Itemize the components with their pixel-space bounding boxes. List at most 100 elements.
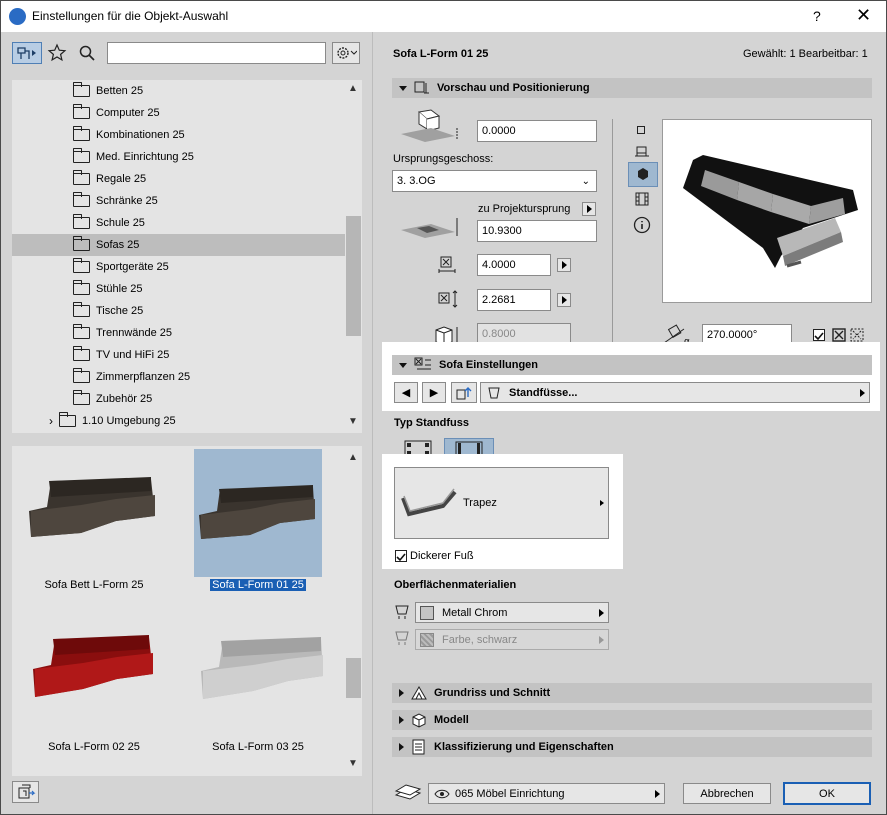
- offset-field[interactable]: 0.0000: [477, 120, 597, 142]
- tree-item[interactable]: Sportgeräte 25: [12, 256, 345, 278]
- close-button[interactable]: ✕: [856, 5, 871, 26]
- folder-icon: [73, 170, 90, 185]
- scroll-down-icon[interactable]: ▼: [348, 416, 358, 427]
- folder-icon: [73, 192, 90, 207]
- thumbnail-label[interactable]: Sofa L-Form 03 25: [178, 741, 338, 753]
- sofa-l-form-01-thumbnail[interactable]: [195, 481, 321, 551]
- info-icon[interactable]: [633, 216, 651, 234]
- thumbnail-label-selected[interactable]: Sofa L-Form 01 25: [178, 579, 338, 591]
- tree-item[interactable]: Zubehör 25: [12, 388, 345, 410]
- section-title: Grundriss und Schnitt: [434, 687, 551, 699]
- story-value: 3. 3.OG: [397, 175, 436, 187]
- tree-item[interactable]: Med. Einrichtung 25: [12, 146, 345, 168]
- folder-icon: [73, 280, 90, 295]
- play-icon: [599, 608, 604, 617]
- width-arrow-button[interactable]: [557, 258, 571, 272]
- tree-item-parent[interactable]: › 1.10 Umgebung 25: [12, 410, 345, 432]
- section-floor-plan-header[interactable]: Grundriss und Schnitt: [392, 683, 872, 703]
- page-value: Standfüsse...: [509, 386, 578, 399]
- section-sofa-settings-header[interactable]: Sofa Einstellungen: [392, 355, 872, 375]
- width-field[interactable]: 4.0000: [477, 254, 551, 276]
- tree-item[interactable]: Schule 25: [12, 212, 345, 234]
- checkmark-icon: [814, 332, 824, 341]
- offset-icon: [401, 109, 458, 142]
- dialog-window: Einstellungen für die Objekt-Auswahl ? ✕…: [0, 0, 887, 815]
- tree-item[interactable]: Tische 25: [12, 300, 345, 322]
- previous-page-button[interactable]: ◀: [394, 382, 418, 403]
- folder-icon: [73, 236, 90, 251]
- tree-item-label: Regale 25: [96, 173, 147, 185]
- section-preview-header[interactable]: Vorschau und Positionierung: [392, 78, 872, 98]
- story-select[interactable]: 3. 3.OG ⌄: [392, 170, 597, 192]
- depth-field[interactable]: 2.2681: [477, 289, 551, 311]
- sofa-bett-thumbnail[interactable]: [21, 471, 161, 551]
- help-button[interactable]: ?: [813, 8, 821, 24]
- view-2d-icon[interactable]: [637, 126, 645, 134]
- search-icon[interactable]: [78, 44, 96, 62]
- tree-item[interactable]: Schränke 25: [12, 190, 345, 212]
- scroll-down-icon[interactable]: ▼: [348, 758, 358, 769]
- chevron-right-icon: [399, 689, 404, 697]
- folder-icon: [73, 104, 90, 119]
- view-3d-button[interactable]: [628, 162, 658, 187]
- mirror-checkbox[interactable]: [813, 329, 825, 341]
- page-up-button[interactable]: [451, 382, 477, 403]
- settings-button[interactable]: [332, 42, 360, 64]
- sofa-l-form-02-thumbnail[interactable]: [25, 629, 159, 709]
- thumbnail-scrollbar[interactable]: ▲ ▼: [345, 446, 362, 776]
- mirror-x-icon[interactable]: [832, 328, 846, 342]
- parent-page-icon: [456, 386, 472, 399]
- thumbnail-label[interactable]: Sofa Bett L-Form 25: [14, 579, 174, 591]
- pane-divider: [372, 32, 373, 814]
- tree-item[interactable]: Trennwände 25: [12, 322, 345, 344]
- tree-item[interactable]: Computer 25: [12, 102, 345, 124]
- tree-item[interactable]: TV und HiFi 25: [12, 344, 345, 366]
- tree-item[interactable]: Regale 25: [12, 168, 345, 190]
- selected-label-text: Sofa L-Form 01 25: [210, 579, 306, 591]
- tree-item-label: Schule 25: [96, 217, 145, 229]
- view-film-icon[interactable]: [634, 191, 650, 207]
- star-icon[interactable]: [47, 43, 67, 63]
- preview-divider: [612, 119, 613, 345]
- foot-style-select[interactable]: Trapez: [394, 467, 609, 539]
- material-1-select[interactable]: Metall Chrom: [415, 602, 609, 623]
- folder-icon: [73, 302, 90, 317]
- tree-item[interactable]: Sofas 25: [12, 234, 345, 256]
- tree-item[interactable]: Kombinationen 25: [12, 124, 345, 146]
- chevron-down-icon: [399, 362, 407, 368]
- folder-icon: [73, 346, 90, 361]
- ok-button[interactable]: OK: [783, 782, 871, 805]
- search-input[interactable]: [107, 42, 326, 64]
- library-manager-button[interactable]: [12, 781, 39, 803]
- tree-scrollbar-thumb[interactable]: [346, 216, 361, 336]
- scroll-up-icon[interactable]: ▲: [348, 452, 358, 463]
- project-origin-button[interactable]: [582, 202, 596, 216]
- thumbnail-label[interactable]: Sofa L-Form 02 25: [14, 741, 174, 753]
- tree-item[interactable]: Betten 25: [12, 80, 345, 102]
- layer-select[interactable]: 065 Möbel Einrichtung: [428, 783, 665, 804]
- elevation-field[interactable]: 10.9300: [477, 220, 597, 242]
- sofa-l-form-03-thumbnail[interactable]: [193, 631, 327, 711]
- material-foot-icon: [395, 605, 409, 619]
- scroll-up-icon[interactable]: ▲: [348, 83, 358, 94]
- chevron-down-icon: ⌄: [581, 175, 590, 187]
- folder-icon: [73, 390, 90, 405]
- window-title: Einstellungen für die Objekt-Auswahl: [32, 9, 229, 23]
- preview-canvas[interactable]: [662, 119, 872, 303]
- thicker-foot-checkbox[interactable]: [395, 550, 407, 562]
- view-section-icon[interactable]: [634, 144, 650, 160]
- material-2-select: Farbe, schwarz: [415, 629, 609, 650]
- favorites-filter-button[interactable]: [12, 42, 42, 64]
- mirror-dashed-icon[interactable]: [850, 328, 864, 342]
- cancel-button[interactable]: Abbrechen: [683, 783, 771, 804]
- depth-icon: [438, 290, 458, 308]
- depth-arrow-button[interactable]: [557, 293, 571, 307]
- page-select[interactable]: Standfüsse...: [480, 382, 870, 403]
- thumbnail-scrollbar-thumb[interactable]: [346, 658, 361, 698]
- section-classification-header[interactable]: Klassifizierung und Eigenschaften: [392, 737, 872, 757]
- tree-item[interactable]: Stühle 25: [12, 278, 345, 300]
- section-model-header[interactable]: Modell: [392, 710, 872, 730]
- tree-scrollbar[interactable]: ▲ ▼: [345, 80, 362, 433]
- next-page-button[interactable]: ▶: [422, 382, 446, 403]
- tree-item[interactable]: Zimmerpflanzen 25: [12, 366, 345, 388]
